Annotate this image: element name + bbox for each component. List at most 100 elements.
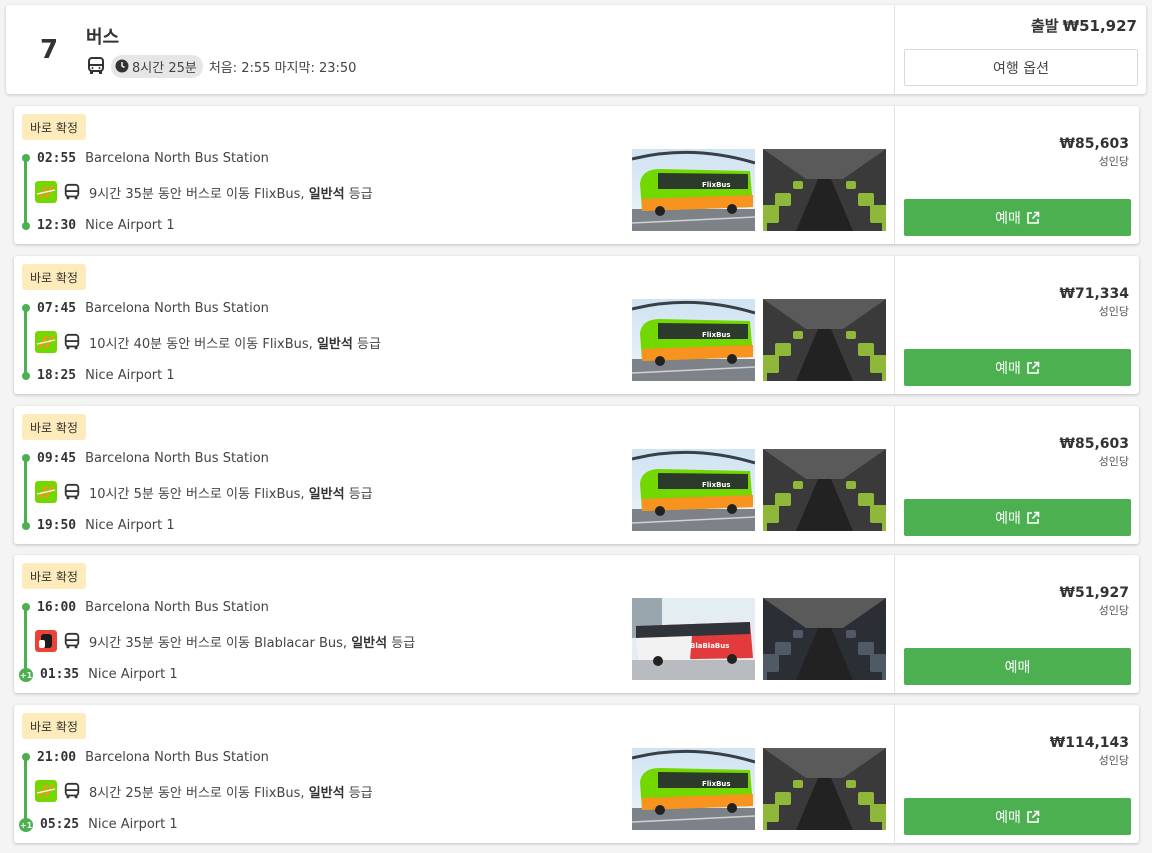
route-number: 7 <box>40 35 59 65</box>
trip-card[interactable]: 바로 확정 07:45 Barcelona North Bus Station 10시… <box>14 256 1139 394</box>
seat-class: 일반석 <box>308 486 345 502</box>
departure-time: 07:45 <box>37 301 77 316</box>
segment-row: 10시간 40분 동안 버스로 이동 FlixBus, 일반석 등급 <box>35 331 381 353</box>
bus-interior-thumbnail[interactable] <box>763 299 886 381</box>
duration-text: 8시간 25분 <box>132 60 197 76</box>
segment-description: 10시간 5분 동안 버스로 이동 FlixBus, <box>89 486 305 502</box>
arrival-row: 01:35 Nice Airport 1 <box>40 667 178 682</box>
trip-card[interactable]: 바로 확정 09:45 Barcelona North Bus Station 10시… <box>14 406 1139 544</box>
instant-confirm-badge: 바로 확정 <box>22 414 86 440</box>
book-button[interactable]: 예매 <box>904 349 1131 386</box>
external-link-icon <box>1027 211 1040 224</box>
timeline-line <box>24 306 27 374</box>
svg-text:FlixBus: FlixBus <box>702 181 731 189</box>
timeline-line <box>24 456 27 524</box>
departure-station: Barcelona North Bus Station <box>85 600 269 615</box>
class-suffix: 등급 <box>356 336 381 352</box>
trip-card[interactable]: 바로 확정 02:55 Barcelona North Bus Station 9시간… <box>14 106 1139 244</box>
bus-icon <box>64 183 80 200</box>
book-button[interactable]: 예매 <box>904 798 1131 835</box>
price-per-adult: 성인당 <box>1098 754 1129 767</box>
departure-dot <box>22 753 30 761</box>
price-column: ₩71,334 성인당 예매 <box>894 256 1139 394</box>
bus-icon <box>64 333 80 350</box>
trip-card[interactable]: 바로 확정 +1 21:00 Barcelona North Bus Station 8… <box>14 705 1139 843</box>
departure-time: 09:45 <box>37 451 77 466</box>
departure-time: 21:00 <box>37 750 77 765</box>
bus-exterior-photo: BlaBlaBus <box>632 598 755 680</box>
book-button[interactable]: 예매 <box>904 499 1131 536</box>
book-button[interactable]: 예매 <box>904 199 1131 236</box>
bus-exterior-photo: FlixBus <box>632 299 755 381</box>
timeline-line <box>24 605 27 673</box>
blablacar-logo-icon <box>35 630 57 652</box>
departure-time: 16:00 <box>37 600 77 615</box>
arrival-dot <box>22 522 30 530</box>
svg-text:FlixBus: FlixBus <box>702 331 731 339</box>
first-last-departure: 처음: 2:55 마지막: 23:50 <box>208 60 357 76</box>
bus-interior-thumbnail[interactable] <box>763 449 886 531</box>
arrival-dot <box>22 222 30 230</box>
bus-interior-photo <box>763 449 886 531</box>
segment-row: 8시간 25분 동안 버스로 이동 FlixBus, 일반석 등급 <box>35 780 373 802</box>
departure-dot <box>22 454 30 462</box>
bus-exterior-thumbnail[interactable]: FlixBus <box>632 748 755 830</box>
arrival-row: 12:30 Nice Airport 1 <box>37 218 175 233</box>
bus-exterior-thumbnail[interactable]: FlixBus <box>632 449 755 531</box>
departure-dot <box>22 304 30 312</box>
route-summary-right: 출발 ₩51,927 여행 옵션 <box>894 5 1146 94</box>
segment-description: 9시간 35분 동안 버스로 이동 FlixBus, <box>89 186 305 202</box>
price-from-label: 출발 <box>1030 17 1059 35</box>
travel-options-button[interactable]: 여행 옵션 <box>904 49 1138 86</box>
bus-interior-thumbnail[interactable] <box>763 149 886 231</box>
bus-interior-thumbnail[interactable] <box>763 598 886 680</box>
clock-icon <box>115 59 129 73</box>
arrival-station: Nice Airport 1 <box>88 667 178 682</box>
bus-interior-thumbnail[interactable] <box>763 748 886 830</box>
seat-class: 일반석 <box>308 785 345 801</box>
trip-price: ₩71,334 <box>1059 286 1129 302</box>
departure-dot <box>22 154 30 162</box>
segment-description: 10시간 40분 동안 버스로 이동 FlixBus, <box>89 336 313 352</box>
segment-row: 10시간 5분 동안 버스로 이동 FlixBus, 일반석 등급 <box>35 481 373 503</box>
arrival-time: 12:30 <box>37 218 77 233</box>
bus-icon <box>64 483 80 500</box>
next-day-indicator: +1 <box>19 668 33 682</box>
svg-text:FlixBus: FlixBus <box>702 481 731 489</box>
departure-row: 16:00 Barcelona North Bus Station <box>37 600 269 615</box>
trip-price: ₩51,927 <box>1059 585 1129 601</box>
bus-icon <box>88 57 104 74</box>
departure-station: Barcelona North Bus Station <box>85 451 269 466</box>
bus-icon <box>64 632 80 649</box>
segment-description: 8시간 25분 동안 버스로 이동 FlixBus, <box>89 785 305 801</box>
bus-exterior-thumbnail[interactable]: FlixBus <box>632 149 755 231</box>
class-suffix: 등급 <box>348 186 373 202</box>
arrival-station: Nice Airport 1 <box>85 368 175 383</box>
svg-text:FlixBus: FlixBus <box>702 780 731 788</box>
trip-card[interactable]: 바로 확정 +1 16:00 Barcelona North Bus Station 9… <box>14 555 1139 693</box>
bus-exterior-photo: FlixBus <box>632 748 755 830</box>
bus-interior-photo <box>763 598 886 680</box>
price-column: ₩51,927 성인당예매 <box>894 555 1139 693</box>
svg-text:BlaBlaBus: BlaBlaBus <box>690 642 729 650</box>
bus-interior-photo <box>763 299 886 381</box>
departure-row: 09:45 Barcelona North Bus Station <box>37 451 269 466</box>
departure-row: 21:00 Barcelona North Bus Station <box>37 750 269 765</box>
route-meta: 8시간 25분 처음: 2:55 마지막: 23:50 <box>86 54 356 78</box>
departure-row: 07:45 Barcelona North Bus Station <box>37 301 269 316</box>
bus-icon <box>64 782 80 799</box>
arrival-station: Nice Airport 1 <box>85 218 175 233</box>
bus-exterior-thumbnail[interactable]: BlaBlaBus <box>632 598 755 680</box>
seat-class: 일반석 <box>308 186 345 202</box>
arrival-time: 18:25 <box>37 368 77 383</box>
book-label: 예매 <box>995 210 1021 227</box>
bus-exterior-photo: FlixBus <box>632 149 755 231</box>
book-button[interactable]: 예매 <box>904 648 1131 685</box>
external-link-icon <box>1027 511 1040 524</box>
bus-exterior-thumbnail[interactable]: FlixBus <box>632 299 755 381</box>
price-per-adult: 성인당 <box>1098 155 1129 168</box>
book-label: 예매 <box>995 360 1021 377</box>
price-per-adult: 성인당 <box>1098 604 1129 617</box>
segment-row: 9시간 35분 동안 버스로 이동 FlixBus, 일반석 등급 <box>35 181 373 203</box>
class-suffix: 등급 <box>348 785 373 801</box>
